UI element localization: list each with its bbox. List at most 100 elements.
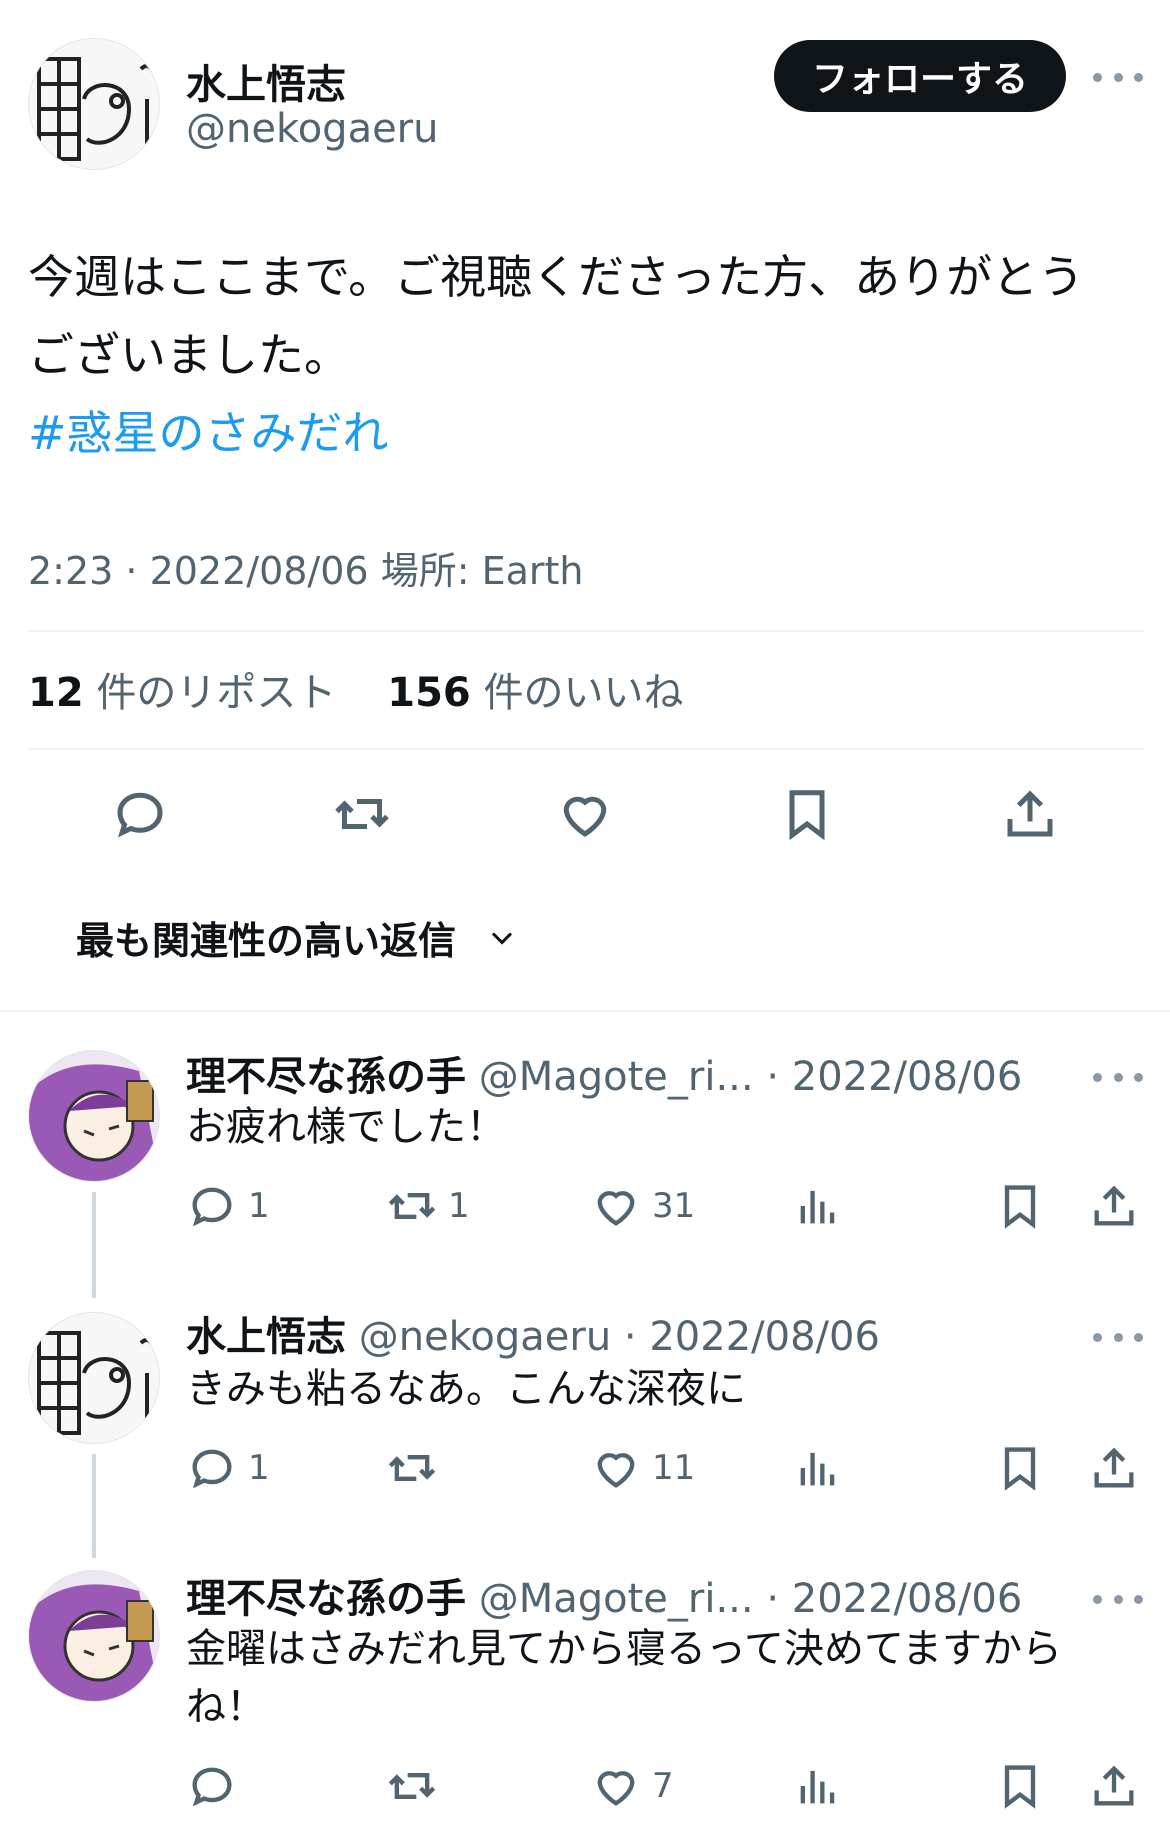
views-button[interactable] bbox=[792, 1180, 854, 1232]
share-button[interactable] bbox=[1088, 1180, 1150, 1232]
likes-count: 156 bbox=[387, 670, 471, 716]
bookmark-icon bbox=[1004, 1447, 1036, 1491]
engagement-stats: 12 件のリポスト 156 件のいいね bbox=[28, 660, 683, 718]
share-button[interactable] bbox=[1088, 1760, 1150, 1812]
reply-text: きみも粘るなあ。こんな深夜に bbox=[186, 1366, 746, 1412]
share-icon bbox=[1094, 1447, 1134, 1488]
bookmark-button[interactable] bbox=[994, 1760, 1056, 1812]
tweet-text: 今週はここまで。ご視聴くださった方、ありがとう ございました。 #惑星のさみだれ bbox=[28, 238, 1148, 472]
views-button[interactable] bbox=[792, 1442, 854, 1494]
chevron-down-icon bbox=[491, 931, 513, 945]
reply-author-handle[interactable]: @nekogaeru bbox=[359, 1314, 611, 1360]
thread-line bbox=[92, 1454, 96, 1558]
reply-count: 1 bbox=[248, 1186, 270, 1226]
bookmark-icon bbox=[1004, 1185, 1036, 1229]
reply-date[interactable]: · 2022/08/06 bbox=[624, 1314, 880, 1360]
tweet-text-line-1: 今週はここまで。ご視聴くださった方、ありがとう bbox=[28, 250, 1085, 304]
reply-header: 水上悟志 @nekogaeru · 2022/08/06 bbox=[186, 1304, 880, 1362]
like-count: 7 bbox=[652, 1766, 674, 1806]
share-icon[interactable] bbox=[998, 782, 1062, 846]
anime-avatar-image bbox=[29, 1571, 159, 1701]
repost-icon bbox=[388, 1455, 436, 1481]
reply-count: 1 bbox=[248, 1448, 270, 1488]
reply-avatar[interactable] bbox=[28, 1312, 160, 1444]
anime-avatar-image bbox=[29, 1051, 159, 1181]
author-avatar[interactable] bbox=[28, 38, 160, 170]
like-count: 11 bbox=[652, 1448, 696, 1488]
divider bbox=[28, 748, 1144, 750]
reply-author-handle[interactable]: @Magote_ri... bbox=[479, 1054, 754, 1100]
follow-button[interactable]: フォローする bbox=[774, 40, 1066, 112]
sort-label: 最も関連性の高い返信 bbox=[76, 919, 457, 963]
reply-author-handle[interactable]: @Magote_ri... bbox=[479, 1576, 754, 1622]
reply-button[interactable]: 1 bbox=[186, 1180, 270, 1232]
reply-button[interactable]: 1 bbox=[186, 1442, 270, 1494]
more-icon[interactable] bbox=[1093, 1584, 1143, 1614]
more-icon[interactable] bbox=[1093, 62, 1143, 92]
share-button[interactable] bbox=[1088, 1442, 1150, 1494]
more-icon[interactable] bbox=[1093, 1322, 1143, 1352]
repost-count: 1 bbox=[448, 1186, 470, 1226]
repost-button[interactable] bbox=[386, 1760, 448, 1812]
like-icon bbox=[597, 1191, 635, 1226]
repost-icon[interactable] bbox=[330, 782, 394, 846]
share-icon bbox=[1094, 1185, 1134, 1226]
bookmark-icon bbox=[1004, 1765, 1036, 1809]
more-icon[interactable] bbox=[1093, 1062, 1143, 1092]
reply-date[interactable]: · 2022/08/06 bbox=[766, 1576, 1022, 1622]
likes-label: 件のいいね bbox=[483, 670, 684, 716]
reposts-stat[interactable]: 12 件のリポスト bbox=[28, 670, 336, 716]
reply-button[interactable] bbox=[186, 1760, 248, 1812]
repost-icon bbox=[388, 1193, 436, 1219]
views-icon bbox=[800, 1452, 835, 1486]
hashtag-link[interactable]: #惑星のさみだれ bbox=[28, 394, 1148, 472]
author-name[interactable]: 水上悟志 bbox=[186, 52, 346, 110]
bookmark-icon[interactable] bbox=[775, 782, 839, 846]
reply-avatar[interactable] bbox=[28, 1050, 160, 1182]
reposts-label: 件のリポスト bbox=[96, 670, 337, 716]
bookmark-button[interactable] bbox=[994, 1180, 1056, 1232]
reply-avatar[interactable] bbox=[28, 1570, 160, 1702]
reposts-count: 12 bbox=[28, 670, 84, 716]
reply-icon[interactable] bbox=[108, 782, 172, 846]
reply-sort-dropdown[interactable]: 最も関連性の高い返信 bbox=[76, 910, 520, 965]
reply-text-line-2: ね！ bbox=[186, 1684, 266, 1730]
reply-icon bbox=[192, 1187, 232, 1227]
frog-avatar-image bbox=[29, 1313, 159, 1443]
reply-text: お疲れ様でした！ bbox=[186, 1104, 506, 1150]
tweet-location: 場所: Earth bbox=[380, 549, 584, 593]
frog-avatar-image bbox=[29, 39, 159, 169]
reply-text: 金曜はさみだれ見てから寝るって決めてますから ね！ bbox=[186, 1620, 1146, 1736]
reply-author-name[interactable]: 水上悟志 bbox=[186, 1314, 346, 1360]
like-icon bbox=[597, 1771, 635, 1806]
share-icon bbox=[1094, 1765, 1134, 1806]
repost-button[interactable]: 1 bbox=[386, 1180, 470, 1232]
reply-header: 理不尽な孫の手 @Magote_ri... · 2022/08/06 bbox=[186, 1044, 1022, 1102]
repost-icon bbox=[388, 1773, 436, 1799]
views-icon bbox=[800, 1190, 835, 1224]
reply-author-name[interactable]: 理不尽な孫の手 bbox=[186, 1054, 466, 1100]
reply-author-name[interactable]: 理不尽な孫の手 bbox=[186, 1576, 466, 1622]
like-icon[interactable] bbox=[553, 782, 617, 846]
reply-text-line-1: 金曜はさみだれ見てから寝るって決めてますから bbox=[186, 1626, 1062, 1672]
likes-stat[interactable]: 156 件のいいね bbox=[387, 670, 683, 716]
tweet-time[interactable]: 2:23 · 2022/08/06 bbox=[28, 549, 369, 593]
reply-icon bbox=[192, 1767, 232, 1807]
tweet-meta: 2:23 · 2022/08/06 場所: Earth bbox=[28, 540, 583, 595]
views-button[interactable] bbox=[792, 1760, 854, 1812]
tweet-text-line-2: ございました。 bbox=[28, 328, 350, 382]
divider bbox=[28, 630, 1144, 632]
like-icon bbox=[597, 1453, 635, 1488]
reply-header: 理不尽な孫の手 @Magote_ri... · 2022/08/06 bbox=[186, 1566, 1022, 1624]
like-button[interactable]: 31 bbox=[590, 1180, 695, 1232]
like-button[interactable]: 11 bbox=[590, 1442, 695, 1494]
divider bbox=[0, 1010, 1170, 1012]
views-icon bbox=[800, 1770, 835, 1804]
reply-icon bbox=[192, 1449, 232, 1489]
author-handle[interactable]: @nekogaeru bbox=[186, 106, 438, 152]
reply-date[interactable]: · 2022/08/06 bbox=[766, 1054, 1022, 1100]
like-button[interactable]: 7 bbox=[590, 1760, 674, 1812]
repost-button[interactable] bbox=[386, 1442, 448, 1494]
like-count: 31 bbox=[652, 1186, 696, 1226]
bookmark-button[interactable] bbox=[994, 1442, 1056, 1494]
